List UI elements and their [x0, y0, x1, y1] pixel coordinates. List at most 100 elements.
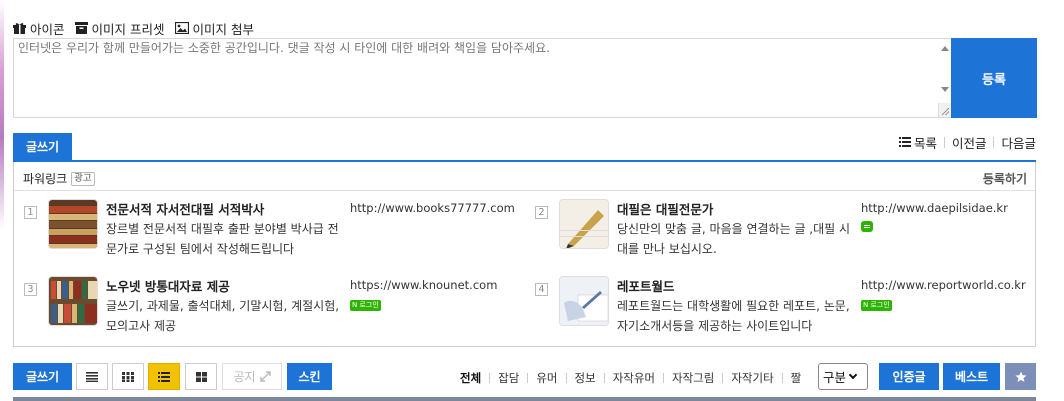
grid-icon: [122, 371, 134, 382]
write-button-bottom[interactable]: 글쓰기: [13, 363, 72, 390]
list-header-strip: [13, 397, 1036, 401]
expand-icon: [259, 371, 271, 382]
skin-button[interactable]: 스킨: [287, 363, 332, 390]
category-all[interactable]: 전체: [460, 370, 481, 386]
certified-posts-button[interactable]: 인증글: [879, 363, 939, 390]
ad-number: 2: [535, 206, 548, 219]
chevron-down-icon: [848, 370, 858, 380]
view-card-button[interactable]: [185, 363, 217, 390]
ad-url[interactable]: http://www.reportworld.co.kr N 로그인: [861, 276, 1029, 312]
category-own-etc[interactable]: 자작기타: [731, 370, 773, 386]
view-detail-list-button[interactable]: [148, 363, 180, 390]
naver-login-text: 로그인: [870, 301, 890, 309]
comment-textarea[interactable]: 인터넷은 우리가 함께 만들어가는 소중한 공간입니다. 댓글 작성 시 타인에…: [14, 39, 951, 117]
tiles-icon: [195, 371, 207, 382]
ad-item[interactable]: 2 대필은 대필전문가 당신만의 맞춤 글, 마음을 연결하는 글 ,대필 시대…: [535, 199, 1035, 257]
powerlink-section: 파워링크 광고 등록하기 1 전문서적 자서전대필 서적박사 장르별 전문서적 …: [13, 162, 1036, 347]
ad-number: 3: [24, 283, 37, 296]
category-divider: [781, 373, 783, 383]
ad-url-text[interactable]: http://www.reportworld.co.kr: [861, 278, 1026, 292]
preset-tool-label: 이미지 프리셋: [91, 21, 165, 37]
next-post-link[interactable]: 다음글: [1001, 133, 1036, 152]
category-own-drawing[interactable]: 자작그림: [672, 370, 714, 386]
ad-url-text[interactable]: https://www.knounet.com: [350, 278, 497, 292]
preset-tool[interactable]: 이미지 프리셋: [74, 19, 165, 38]
ad-item[interactable]: 4 레포트월드 레포트월드는 대학생활에 필요한 레포트, 논문, 자기소개서등…: [535, 276, 1035, 334]
category-filter: 전체 잡담 유머 정보 자작유머 자작그림 자작기타 짤: [460, 370, 801, 386]
category-meme[interactable]: 짤: [791, 370, 802, 386]
category-divider: [722, 373, 724, 383]
category-divider: [603, 373, 605, 383]
powerlink-register-link[interactable]: 등록하기: [983, 170, 1027, 187]
ad-url[interactable]: http://www.daepilsidae.kr: [861, 199, 1029, 237]
ad-item[interactable]: 1 전문서적 자서전대필 서적박사 장르별 전문서적 대필후 출판 분야별 박사…: [24, 199, 524, 257]
category-divider: [489, 373, 491, 383]
list-label: 목록: [913, 135, 937, 151]
notice-toggle-button[interactable]: 공지: [222, 363, 282, 390]
icon-tool[interactable]: 아이콘: [13, 19, 65, 38]
category-chat[interactable]: 잡담: [498, 370, 519, 386]
comment-submit-button[interactable]: 등록: [951, 38, 1037, 118]
favorite-button[interactable]: [1005, 363, 1036, 390]
category-own-humor[interactable]: 자작유머: [613, 370, 655, 386]
ad-thumbnail-bookshelf[interactable]: [48, 276, 98, 326]
board-toolbar: 글쓰기 공지 스킨 전체 잡담 유머 정보 자작유머 자작그림 자작기타 짤 구…: [13, 363, 1036, 390]
archive-icon: [74, 22, 88, 34]
ad-description: 글쓰기, 과제물, 출석대체, 기말시험, 계절시험, 모의고사 제공: [106, 299, 340, 333]
ad-description: 당신만의 맞춤 글, 마음을 연결하는 글 ,대필 시대를 만나 보십시오.: [617, 222, 851, 256]
best-posts-button[interactable]: 베스트: [943, 363, 1000, 390]
naver-login-badge[interactable]: N 로그인: [350, 300, 381, 311]
image-icon: [174, 22, 189, 34]
ad-tag-badge: 광고: [71, 171, 95, 186]
icon-tool-label: 아이콘: [30, 21, 65, 37]
comment-box: 인터넷은 우리가 함께 만들어가는 소중한 공간입니다. 댓글 작성 시 타인에…: [13, 38, 1037, 118]
comment-tools: 아이콘 이미지 프리셋 이미지 첨부: [13, 18, 254, 38]
view-grid-button[interactable]: [112, 363, 144, 390]
ad-thumbnail-books[interactable]: [48, 199, 98, 249]
talk-icon[interactable]: [861, 221, 873, 232]
left-accent-bar: [0, 0, 4, 230]
ad-url-text[interactable]: http://www.books77777.com: [350, 201, 515, 215]
lines-icon: [86, 371, 98, 382]
ad-thumbnail-writing[interactable]: [559, 276, 609, 326]
category-humor[interactable]: 유머: [536, 370, 557, 386]
attach-tool-label: 이미지 첨부: [192, 21, 254, 37]
nav-divider: [943, 136, 945, 148]
naver-login-text: 로그인: [359, 301, 379, 309]
ad-description: 장르별 전문서적 대필후 출판 분야별 박사급 전문가로 구성된 팀에서 작성해…: [106, 222, 339, 256]
powerlink-title: 파워링크 광고: [23, 170, 95, 187]
list-icon: [158, 371, 170, 382]
scroll-up-icon[interactable]: [941, 46, 949, 51]
list-icon: [898, 137, 911, 147]
list-link[interactable]: 목록: [898, 133, 937, 152]
ad-url[interactable]: http://www.books77777.com: [350, 199, 518, 217]
category-divider: [527, 373, 529, 383]
ad-number: 1: [24, 206, 37, 219]
notice-label: 공지: [233, 370, 256, 384]
view-list-button[interactable]: [76, 363, 108, 390]
write-button-top[interactable]: 글쓰기: [13, 133, 72, 160]
nav-divider: [993, 136, 995, 148]
ad-title[interactable]: 레포트월드: [617, 276, 675, 295]
ad-url-text[interactable]: http://www.daepilsidae.kr: [861, 201, 1008, 215]
star-icon: [1014, 371, 1027, 382]
gift-icon: [13, 22, 26, 34]
ad-item[interactable]: 3 노우넷 방통대자료 제공 글쓰기, 과제물, 출석대체, 기말시험, 계절시…: [24, 276, 524, 334]
ad-title[interactable]: 대필은 대필전문가: [617, 199, 713, 218]
sort-select[interactable]: 구분: [818, 363, 868, 390]
scroll-down-icon[interactable]: [941, 87, 949, 92]
ad-url[interactable]: https://www.knounet.com N 로그인: [350, 276, 518, 312]
prev-post-link[interactable]: 이전글: [952, 133, 987, 152]
category-divider: [565, 373, 567, 383]
resize-grip-icon[interactable]: [938, 103, 951, 117]
category-divider: [663, 373, 665, 383]
post-navigation: 목록 이전글 다음글: [898, 133, 1036, 152]
naver-login-badge[interactable]: N 로그인: [861, 300, 892, 311]
category-info[interactable]: 정보: [575, 370, 596, 386]
ad-title[interactable]: 노우넷 방통대자료 제공: [106, 276, 230, 295]
ad-thumbnail-pen[interactable]: [559, 199, 609, 249]
ad-title[interactable]: 전문서적 자서전대필 서적박사: [106, 199, 264, 218]
ad-description: 레포트월드는 대학생활에 필요한 레포트, 논문, 자기소개서등을 제공하는 사…: [617, 299, 850, 333]
attach-tool[interactable]: 이미지 첨부: [174, 19, 254, 38]
powerlink-title-text: 파워링크: [23, 172, 68, 186]
